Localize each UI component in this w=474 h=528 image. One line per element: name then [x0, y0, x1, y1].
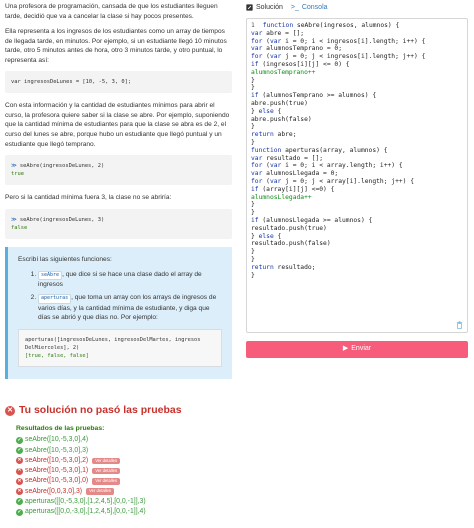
details-badge[interactable]: Ver detalles	[92, 457, 121, 465]
code-line[interactable]: for (var i = 0; i < array.length; i++) {	[251, 162, 463, 170]
code-line[interactable]: alumnosTemprano++	[251, 69, 463, 77]
task-lead: Escribí las siguientes funciones:	[18, 256, 112, 264]
results-subtitle: Resultados de las pruebas:	[16, 425, 105, 433]
code-line[interactable]: abre.push(false)	[251, 116, 463, 124]
code-line[interactable]: abre.push(true)	[251, 100, 463, 108]
task-item-seabre: seAbre, que dice si se hace una clase da…	[38, 270, 222, 290]
edit-icon	[246, 4, 253, 12]
tab-console[interactable]: >_ Consola	[291, 3, 328, 13]
code-line[interactable]: for (var j = 0; j < ingresos[i].length; …	[251, 53, 463, 61]
code-call: seAbre(ingresosDeLunes, 3)	[19, 216, 105, 223]
editor-tabs: Solución >_ Consola	[246, 2, 468, 14]
result-item: ✕ seAbre([10,-5,3,0],1) Ver detalles	[16, 466, 470, 476]
task-box: Escribí las siguientes funciones: seAbre…	[5, 247, 232, 380]
result-text: seAbre([10,-5,3,0],0)	[25, 477, 89, 485]
code-line[interactable]: if (alumnosLlegada >= alumnos) {	[251, 217, 463, 225]
cross-icon: ✕	[16, 477, 23, 485]
error-icon: ✕	[5, 405, 15, 416]
result-item: ✓ seAbre([10,-5,3,0],3)	[16, 445, 470, 455]
trash-icon[interactable]	[456, 321, 463, 329]
check-icon: ✓	[16, 436, 23, 444]
details-badge[interactable]: Ver detalles	[92, 467, 121, 475]
code-line[interactable]: resultado.push(true)	[251, 225, 463, 233]
code-line[interactable]: var resultado = [];	[251, 155, 463, 163]
result-item: ✓ aperturas([[0,-5,3,0],[1,2,4,5],[0,0,-1…	[16, 497, 470, 507]
code-line[interactable]: }	[251, 248, 463, 256]
task-list: seAbre, que dice si se hace una clase da…	[38, 270, 222, 323]
code-line[interactable]: if (array[i][j] <=0) {	[251, 186, 463, 194]
code-line[interactable]: }	[251, 77, 463, 85]
play-icon: ▶	[342, 345, 349, 353]
check-icon: ✓	[16, 498, 23, 506]
code-line[interactable]: }	[251, 201, 463, 209]
result-item: ✓ aperturas([[0,0,-3,0],[1,2,4,5],[0,0,-1…	[16, 507, 470, 517]
code-text: var ingresosDeLunes = [10, -5, 3, 0];	[11, 79, 132, 86]
result-text: aperturas([[0,-5,3,0],[1,2,4,5],[0,0,-1]…	[25, 497, 146, 505]
test-results: ✕ Tu solución no pasó las pruebas Result…	[5, 403, 470, 517]
result-text: seAbre([10,-5,3,0],3)	[25, 446, 89, 454]
problem-statement: Una profesora de programación, cansada d…	[5, 2, 232, 380]
code-line[interactable]: }	[251, 84, 463, 92]
code-call: seAbre(ingresosDeLunes, 2)	[19, 163, 105, 170]
cross-icon: ✕	[16, 467, 23, 475]
code-line[interactable]: } else {	[251, 108, 463, 116]
code-result: true	[11, 171, 24, 178]
example-code-ingresos: var ingresosDeLunes = [10, -5, 3, 0];	[5, 71, 232, 94]
code-line[interactable]: if (ingresos[i][j] <= 0) {	[251, 61, 463, 69]
code-line[interactable]: resultado.push(false)	[251, 240, 463, 248]
code-line[interactable]: }	[251, 209, 463, 217]
code-line[interactable]: return resultado;	[251, 264, 463, 272]
code-line[interactable]: 1 function seAbre(ingresos, alumnos) {	[251, 22, 463, 30]
result-text: seAbre([10,-5,3,0],2)	[25, 456, 89, 464]
example-code-seabre-3: ≫ seAbre(ingresosDeLunes, 3) false	[5, 208, 232, 240]
result-text: seAbre([10,-5,3,0],1)	[25, 467, 89, 475]
check-icon: ✓	[16, 446, 23, 454]
explanation-paragraph: Con esta información y la cantidad de es…	[5, 102, 230, 148]
send-button[interactable]: ▶ Enviar	[246, 341, 468, 358]
details-badge[interactable]: Ver detalles	[92, 478, 121, 485]
task-item-aperturas: aperturas, que toma un array con los arr…	[38, 293, 222, 322]
code-line[interactable]: var alumnosLlegada = 0;	[251, 170, 463, 178]
code-line[interactable]: var abre = [];	[251, 30, 463, 38]
code-line[interactable]: }	[251, 123, 463, 131]
code-line[interactable]: }	[251, 139, 463, 147]
code-line[interactable]: } else {	[251, 233, 463, 241]
code-line[interactable]: for (var j = 0; j < array[i].length; j++…	[251, 178, 463, 186]
result-text: seAbre([0,0,3,0],3)	[25, 487, 83, 495]
code-line[interactable]: if (alumnosTemprano >= alumnos) {	[251, 92, 463, 100]
code-line[interactable]: function aperturas(array, alumnos) {	[251, 147, 463, 155]
results-title: ✕ Tu solución no pasó las pruebas	[5, 403, 470, 418]
result-text: aperturas([[0,0,-3,0],[1,2,4,5],[0,0,-1]…	[25, 508, 146, 516]
result-item: ✓ seAbre([10,-5,3,0],4)	[16, 435, 470, 445]
code-line[interactable]: alumnosLlegada++	[251, 194, 463, 202]
code-line[interactable]: return abre;	[251, 131, 463, 139]
example-code-seabre-2: ≫ seAbre(ingresosDeLunes, 2) true	[5, 155, 232, 186]
result-item: ✕ seAbre([10,-5,3,0],2) Ver detalles	[16, 456, 470, 466]
code-line[interactable]: }	[251, 272, 463, 280]
code-line[interactable]: }	[251, 256, 463, 264]
result-item: ✕ seAbre([10,-5,3,0],0) Ver detalles	[16, 476, 470, 486]
code-editor[interactable]: 1 function seAbre(ingresos, alumnos) {va…	[246, 18, 468, 333]
code-line[interactable]: for (var i = 0; i < ingresos[i].length; …	[251, 38, 463, 46]
task-example-code: aperturas([ingresosDeLunes, ingresosDelM…	[18, 328, 222, 368]
code-line[interactable]: var alumnosTemprano = 0;	[251, 45, 463, 53]
check-icon: ✓	[16, 508, 23, 516]
result-item: ✕ seAbre([0,0,3,0],3) Ver detalles	[16, 487, 470, 497]
code-result: false	[11, 225, 28, 231]
function-tag: aperturas	[38, 294, 72, 304]
function-tag: seAbre	[38, 270, 63, 280]
cross-icon: ✕	[16, 457, 23, 465]
tab-solution[interactable]: Solución	[246, 3, 283, 13]
result-text: seAbre([10,-5,3,0],4)	[25, 436, 89, 444]
editor-panel: Solución >_ Consola 1 function seAbre(in…	[246, 2, 468, 358]
terminal-icon: >_	[290, 3, 299, 11]
results-list: ✓ seAbre([10,-5,3,0],4) ✓ seAbre([10,-5,3,0…	[16, 435, 470, 517]
cross-icon: ✕	[16, 488, 23, 496]
details-badge[interactable]: Ver detalles	[86, 488, 114, 495]
counterexample-paragraph: Pero si la cantidad mínima fuera 3, la c…	[5, 194, 172, 202]
intro-paragraph: Una profesora de programación, cansada d…	[5, 3, 218, 20]
description-paragraph: Ella representa a los ingresos de los es…	[5, 28, 227, 64]
